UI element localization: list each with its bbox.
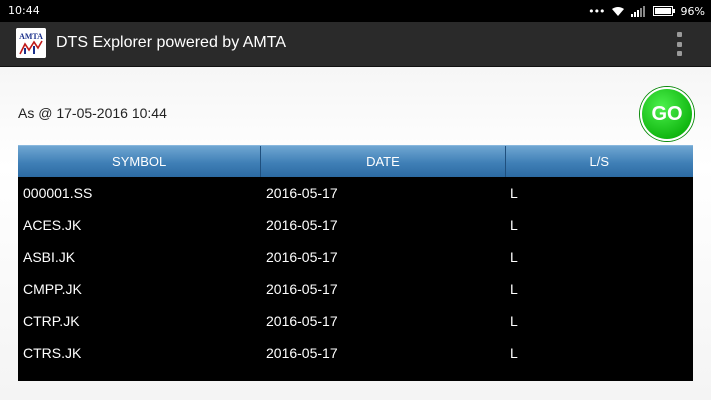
cell-date: 2016-05-17 bbox=[266, 249, 338, 265]
cell-date: 2016-05-17 bbox=[266, 313, 338, 329]
cell-symbol: ACES.JK bbox=[23, 217, 82, 233]
table-row[interactable]: CMPP.JK 2016-05-17 L bbox=[18, 273, 693, 305]
status-indicators: ••• 96% bbox=[588, 3, 705, 19]
cell-ls: L bbox=[510, 249, 518, 265]
app-title: DTS Explorer powered by AMTA bbox=[56, 34, 287, 51]
battery-percent: 96% bbox=[680, 4, 705, 18]
cell-date: 2016-05-17 bbox=[266, 281, 338, 297]
cell-symbol: CMPP.JK bbox=[23, 281, 82, 297]
cell-ls: L bbox=[510, 313, 518, 329]
logo-text: AMTA bbox=[19, 32, 43, 41]
signals-table: SYMBOL DATE L/S 000001.SS 2016-05-17 L A… bbox=[18, 145, 693, 381]
cell-symbol: 000001.SS bbox=[23, 185, 93, 201]
column-header-ls[interactable]: L/S bbox=[506, 146, 693, 177]
table-row[interactable]: CTRP.JK 2016-05-17 L bbox=[18, 305, 693, 337]
cell-symbol: ASBI.JK bbox=[23, 249, 76, 265]
as-of-timestamp: As @ 17-05-2016 10:44 bbox=[18, 105, 167, 121]
more-dots-icon[interactable] bbox=[677, 32, 685, 56]
signal-icon bbox=[630, 5, 645, 17]
cell-symbol: CTRS.JK bbox=[23, 345, 82, 361]
table-header: SYMBOL DATE L/S bbox=[18, 145, 693, 177]
status-time: 10:44 bbox=[8, 4, 40, 17]
cell-date: 2016-05-17 bbox=[266, 345, 338, 361]
table-row[interactable]: 000001.SS 2016-05-17 L bbox=[18, 177, 693, 209]
cell-ls: L bbox=[510, 281, 518, 297]
column-header-symbol[interactable]: SYMBOL bbox=[18, 146, 262, 177]
wifi-icon bbox=[611, 6, 624, 16]
table-row[interactable]: ASBI.JK 2016-05-17 L bbox=[18, 241, 693, 273]
cell-ls: L bbox=[510, 185, 518, 201]
battery-icon bbox=[652, 6, 675, 16]
cell-date: 2016-05-17 bbox=[266, 185, 338, 201]
app-bar: AMTA DTS Explorer powered by AMTA bbox=[0, 22, 711, 67]
column-header-date[interactable]: DATE bbox=[261, 146, 506, 177]
amta-logo: AMTA bbox=[16, 28, 46, 58]
status-bar: 10:44 ••• 96% bbox=[0, 0, 711, 22]
cell-ls: L bbox=[510, 345, 518, 361]
cell-symbol: CTRP.JK bbox=[23, 313, 80, 329]
table-row[interactable]: CTRS.JK 2016-05-17 L bbox=[18, 337, 693, 369]
go-button[interactable]: GO bbox=[640, 87, 694, 141]
cell-date: 2016-05-17 bbox=[266, 217, 338, 233]
cell-ls: L bbox=[510, 217, 518, 233]
logo-graphic: AMTA bbox=[16, 28, 46, 58]
notification-dots-icon: ••• bbox=[588, 4, 605, 18]
main-content: As @ 17-05-2016 10:44 GO SYMBOL DATE L/S… bbox=[0, 67, 711, 400]
table-row[interactable]: ACES.JK 2016-05-17 L bbox=[18, 209, 693, 241]
